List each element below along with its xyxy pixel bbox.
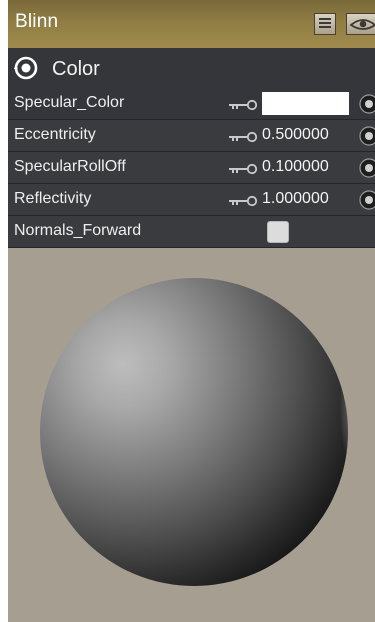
specular-color-swatch[interactable]	[262, 92, 349, 115]
specular-rolloff-value[interactable]: 0.100000	[262, 158, 329, 176]
key-icon[interactable]	[228, 131, 258, 143]
attribute-list: Specular_Color Eccentricity 0.500000 Spe…	[8, 88, 375, 248]
collapse-toggle-icon[interactable]	[14, 56, 38, 80]
list-view-button[interactable]	[314, 13, 336, 35]
attribute-row-normals-forward[interactable]: Normals_Forward	[8, 216, 375, 248]
eccentricity-value[interactable]: 0.500000	[262, 126, 329, 144]
color-section-header[interactable]: Color	[8, 48, 375, 88]
material-editor-panel: Blinn Color Specular_Color Eccentricity …	[8, 0, 375, 622]
attribute-row-specular-color[interactable]: Specular_Color	[8, 88, 375, 120]
list-icon	[319, 18, 331, 30]
attribute-label: SpecularRollOff	[14, 158, 126, 175]
connection-icon[interactable]	[359, 190, 375, 210]
attribute-label: Normals_Forward	[14, 222, 142, 239]
attribute-row-reflectivity[interactable]: Reflectivity 1.000000	[8, 184, 375, 216]
attribute-row-specular-rolloff[interactable]: SpecularRollOff 0.100000	[8, 152, 375, 184]
title-bar: Blinn	[8, 0, 375, 48]
attribute-row-eccentricity[interactable]: Eccentricity 0.500000	[8, 120, 375, 152]
key-icon[interactable]	[228, 99, 258, 111]
visibility-button[interactable]	[346, 13, 375, 35]
attribute-label: Eccentricity	[14, 126, 96, 143]
eye-icon	[349, 19, 375, 30]
normals-forward-checkbox[interactable]	[267, 221, 289, 243]
connection-icon[interactable]	[359, 126, 375, 146]
reflectivity-value[interactable]: 1.000000	[262, 190, 329, 208]
material-preview-sphere	[40, 278, 348, 586]
section-title: Color	[52, 58, 100, 80]
panel-title: Blinn	[15, 11, 59, 32]
attribute-label: Specular_Color	[14, 94, 125, 111]
connection-icon[interactable]	[359, 158, 375, 178]
key-icon[interactable]	[228, 163, 258, 175]
connection-icon[interactable]	[359, 94, 375, 114]
material-preview	[8, 249, 375, 622]
key-icon[interactable]	[228, 195, 258, 207]
attribute-label: Reflectivity	[14, 190, 92, 207]
